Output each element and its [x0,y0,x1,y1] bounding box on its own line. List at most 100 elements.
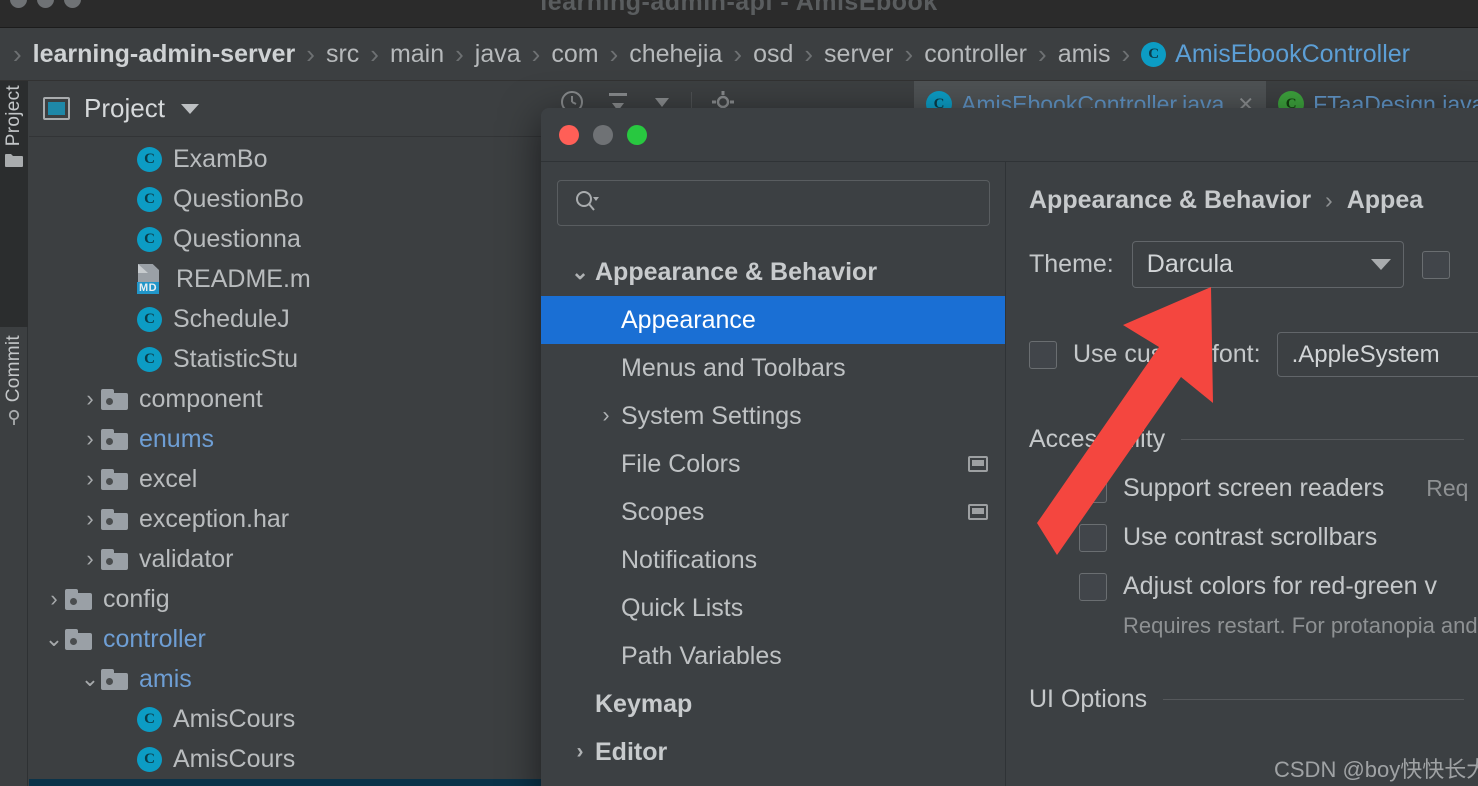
breadcrumb-item-main[interactable]: main [390,40,444,69]
support-screen-readers-label: Support screen readers [1123,474,1385,502]
settings-search-input[interactable] [610,191,980,215]
project-tree-row[interactable]: MD README.m [29,259,548,299]
left-toolstrip: Project Commit [0,81,28,786]
project-tree-row-label: Questionna [173,224,301,253]
breadcrumb-separator: › [1121,39,1131,69]
chevron-right-icon[interactable]: › [79,426,101,452]
chevron-down-icon[interactable]: ⌄ [43,626,65,652]
project-tree-row[interactable]: C StatisticStu [29,339,548,379]
chevron-down-icon[interactable] [180,103,199,114]
csdn-watermark: CSDN @boy快快长大 [1274,757,1478,782]
settings-breadcrumb-parent[interactable]: Appearance & Behavior [1029,186,1311,215]
settings-nav-item-appearance[interactable]: Appearance [541,296,1006,344]
settings-nav-item-notifications[interactable]: Notifications [541,536,1006,584]
custom-font-label: Use custom font: [1073,340,1261,368]
sync-with-os-checkbox[interactable] [1421,250,1450,279]
settings-nav-item-label: System Settings [621,401,802,430]
project-panel-header[interactable]: Project [29,81,548,137]
settings-nav-pane: ⌄ Appearance & Behavior Appearance Menus an… [541,162,1007,786]
project-tree-row[interactable]: › exception.har [29,499,548,539]
breadcrumb-separator: › [306,39,315,69]
project-tree-row-label: StatisticStu [173,344,299,373]
breadcrumb-item-project[interactable]: learning-admin-server [33,40,296,69]
project-view-icon [43,97,70,120]
chevron-right-icon[interactable]: › [79,386,101,412]
project-tree-row[interactable]: C ScheduleJ [29,299,548,339]
settings-search-box[interactable] [557,180,990,226]
project-file-tree[interactable]: C ExamBo C QuestionBo C Questionna MD README.m C… [29,137,548,786]
settings-nav-item-system-settings[interactable]: › System Settings [541,392,1006,440]
class-icon: C [137,306,162,332]
breadcrumb-item-controller[interactable]: controller [924,40,1027,69]
settings-nav-item-quick-lists[interactable]: Quick Lists [541,584,1006,632]
theme-select[interactable]: Darcula [1131,241,1404,288]
project-tree-row[interactable]: › config [29,579,548,619]
support-screen-readers-checkbox[interactable] [1079,474,1107,503]
breadcrumb-item-osd[interactable]: osd [753,40,793,69]
chevron-down-icon[interactable]: ⌄ [79,666,101,692]
settings-nav-item-menus-and-toolbars[interactable]: Menus and Toolbars [541,344,1006,392]
adjust-colors-row: Adjust colors for red-green v [1029,572,1478,601]
project-tree-row[interactable]: CAmisEbook [29,779,548,786]
chevron-right-icon[interactable]: › [79,506,101,532]
project-tree-row-label: excel [139,464,198,493]
breadcrumb-item-class[interactable]: C AmisEbookController [1141,40,1410,69]
settings-nav-item-appearance-behavior[interactable]: ⌄ Appearance & Behavior [541,248,1006,296]
project-tree-row[interactable]: C Questionna [29,219,548,259]
project-tree-row[interactable]: C QuestionBo [29,179,548,219]
settings-nav-item-keymap[interactable]: Keymap [541,680,1006,728]
project-tree-row[interactable]: ⌄ amis [29,659,548,699]
chevron-down-icon[interactable]: ⌄ [565,260,595,285]
project-panel: Project C ExamBo C QuestionBo C Questionna MD R… [29,81,548,786]
contrast-scrollbars-row: Use contrast scrollbars [1029,523,1478,552]
project-tree-row[interactable]: ⌄ controller [29,619,548,659]
chevron-right-icon[interactable]: › [565,740,595,764]
project-tree-row[interactable]: › enums [29,419,548,459]
project-tree-row[interactable]: C AmisCours [29,699,548,739]
breadcrumb-item-amis[interactable]: amis [1058,40,1111,69]
breadcrumb-item-java[interactable]: java [475,40,521,69]
toolstrip-item-project[interactable]: Project [0,81,28,327]
chevron-right-icon[interactable]: › [79,546,101,572]
settings-nav-list[interactable]: ⌄ Appearance & Behavior Appearance Menus an… [541,248,1006,776]
folder-icon [101,508,128,530]
project-tree-row[interactable]: › component [29,379,548,419]
project-tree-row-label: ExamBo [173,144,268,173]
close-traffic-light[interactable] [559,124,579,145]
chevron-right-icon[interactable]: › [43,586,65,612]
folder-icon [101,548,128,570]
maximize-traffic-light[interactable] [627,124,647,145]
adjust-colors-checkbox[interactable] [1079,572,1107,601]
project-tree-row-label: AmisCours [173,704,296,733]
settings-nav-item-label: Appearance & Behavior [595,257,878,286]
folder-icon [65,588,92,610]
breadcrumb-item-src[interactable]: src [326,40,359,69]
project-tree-row[interactable]: › excel [29,459,548,499]
toolstrip-item-commit[interactable]: Commit [0,331,28,561]
breadcrumb-item-com[interactable]: com [551,40,598,69]
project-tree-row[interactable]: C ExamBo [29,139,548,179]
breadcrumb-separator: › [609,39,619,69]
chevron-right-icon[interactable]: › [591,404,621,428]
settings-pane-divider [1005,162,1006,786]
project-scope-icon [968,504,988,520]
settings-nav-item-scopes[interactable]: Scopes [541,488,1006,536]
ide-window-title: learning-admin-api - AmisEbook [540,0,938,16]
use-custom-font-checkbox[interactable] [1029,340,1057,369]
project-tree-row-label: enums [139,424,215,453]
project-tree-row[interactable]: › validator [29,539,548,579]
settings-nav-item-path-variables[interactable]: Path Variables [541,632,1006,680]
custom-font-select[interactable]: .AppleSystem [1276,332,1478,377]
project-panel-title: Project [84,93,165,123]
breadcrumb-item-chehejia[interactable]: chehejia [629,40,722,69]
breadcrumb-separator: › [733,39,743,69]
project-tree-row[interactable]: C AmisCours [29,739,548,779]
chevron-right-icon[interactable]: › [79,466,101,492]
folder-icon [65,628,92,650]
settings-nav-item-editor[interactable]: › Editor [541,728,1006,776]
minimize-traffic-light[interactable] [593,124,613,145]
accessibility-title: Accessibility [1029,425,1166,453]
breadcrumb-item-server[interactable]: server [824,40,893,69]
use-contrast-scrollbars-checkbox[interactable] [1079,523,1107,552]
settings-nav-item-file-colors[interactable]: File Colors [541,440,1006,488]
